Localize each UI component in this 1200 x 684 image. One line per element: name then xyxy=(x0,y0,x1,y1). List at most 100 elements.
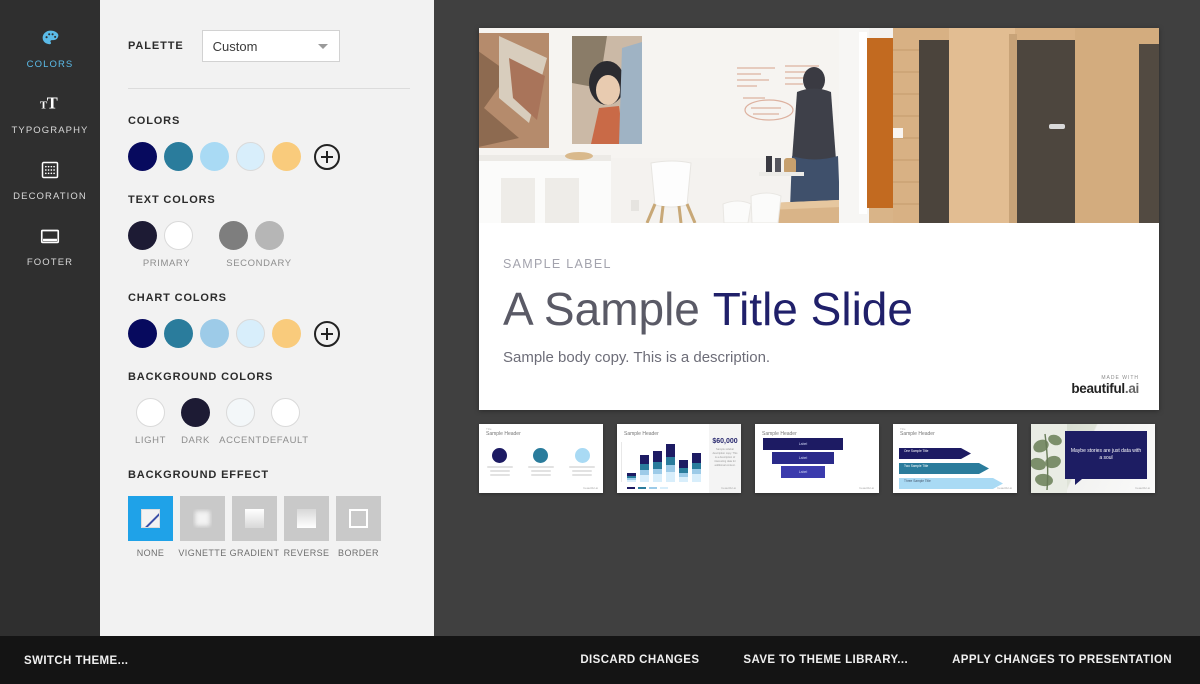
chart-colors-swatch-row xyxy=(128,319,410,348)
effect-box-border xyxy=(336,496,381,541)
switch-theme-button[interactable]: SWITCH THEME... xyxy=(24,655,128,667)
effect-option-border[interactable]: BORDER xyxy=(336,496,381,558)
add-color-button[interactable] xyxy=(314,144,340,170)
effect-label-border: BORDER xyxy=(338,548,379,558)
brand-name-text: beautiful.ai xyxy=(1071,381,1139,396)
chart-axis xyxy=(621,442,622,482)
text-color-swatch-primary-dark[interactable] xyxy=(128,221,157,250)
color-swatch[interactable] xyxy=(272,142,301,171)
brand-name-suffix: .ai xyxy=(1125,381,1139,396)
bg-swatch-dark[interactable] xyxy=(181,398,210,427)
bar xyxy=(692,453,701,482)
effect-option-gradient[interactable]: GRADIENT xyxy=(232,496,277,558)
effect-label-gradient: GRADIENT xyxy=(230,548,280,558)
background-color-default[interactable]: DEFAULT xyxy=(263,398,308,446)
slide-title: A Sample Title Slide xyxy=(503,285,1135,333)
thumbnail-quote-slide[interactable]: Maybe stories are just data with a soul … xyxy=(1031,424,1155,493)
slide-preview[interactable]: SAMPLE LABEL A Sample Title Slide Sample… xyxy=(479,28,1159,410)
chart-color-swatch[interactable] xyxy=(200,319,229,348)
rail-item-colors[interactable]: COLORS xyxy=(0,14,100,80)
thumb-text-line xyxy=(572,470,592,472)
color-swatch[interactable] xyxy=(200,142,229,171)
preview-stage: SAMPLE LABEL A Sample Title Slide Sample… xyxy=(434,0,1200,636)
bottom-bar-left: SWITCH THEME... xyxy=(0,651,128,669)
bottom-bar-right: DISCARD CHANGES SAVE TO THEME LIBRARY...… xyxy=(580,654,1200,666)
text-color-swatch-secondary-light[interactable] xyxy=(255,221,284,250)
arrow-row: Two Sample Title xyxy=(899,461,1007,472)
background-color-accent[interactable]: ACCENT xyxy=(218,398,263,446)
bg-label-default: DEFAULT xyxy=(262,435,308,446)
text-color-swatch-secondary-dark[interactable] xyxy=(219,221,248,250)
background-color-light[interactable]: LIGHT xyxy=(128,398,173,446)
background-effect-options: NONE VIGNETTE GRADIENT xyxy=(128,496,410,558)
quote-card: Maybe stories are just data with a soul xyxy=(1065,431,1147,479)
svg-text:T: T xyxy=(47,94,58,113)
slide-eyebrow-label: SAMPLE LABEL xyxy=(503,257,1135,271)
funnel-step: Label xyxy=(763,438,843,450)
effect-option-reverse[interactable]: REVERSE xyxy=(284,496,329,558)
slide-photo xyxy=(479,28,1159,223)
bg-swatch-accent[interactable] xyxy=(226,398,255,427)
chart-colors-section: CHART COLORS xyxy=(128,292,410,348)
thumbnail-icons-slide[interactable]: Title Sample Header xyxy=(479,424,603,493)
thumb-funnel: Label Label Label xyxy=(763,438,843,480)
thumbnail-arrows-slide[interactable]: Title Sample Header One Sample Title Two… xyxy=(893,424,1017,493)
apply-changes-button[interactable]: APPLY CHANGES TO PRESENTATION xyxy=(952,654,1172,666)
effect-option-none[interactable]: NONE xyxy=(128,496,173,558)
rail-item-footer[interactable]: FOOTER xyxy=(0,212,100,278)
save-to-theme-library-button[interactable]: SAVE TO THEME LIBRARY... xyxy=(743,654,908,666)
bg-swatch-light[interactable] xyxy=(136,398,165,427)
palette-select[interactable]: Custom xyxy=(202,30,340,62)
effect-box-gradient xyxy=(232,496,277,541)
callout-value: $60,000 xyxy=(712,438,738,445)
palette-label: PALETTE xyxy=(128,40,184,52)
color-swatch[interactable] xyxy=(128,142,157,171)
bg-label-dark: DARK xyxy=(181,435,210,446)
thumb-text-line xyxy=(569,466,595,468)
thumbnail-funnel-slide[interactable]: Sample Header Label Label Label beautifu… xyxy=(755,424,879,493)
thumb-footer: beautiful.ai xyxy=(997,486,1012,490)
add-chart-color-button[interactable] xyxy=(314,321,340,347)
thumb-title: Sample Header xyxy=(900,431,935,437)
colors-settings-panel: PALETTE Custom COLORS xyxy=(100,0,434,636)
bg-swatch-default[interactable] xyxy=(271,398,300,427)
bar xyxy=(627,473,636,482)
typography-icon: T T xyxy=(38,92,62,116)
background-colors-section: BACKGROUND COLORS LIGHT DARK ACCENT xyxy=(128,371,410,446)
chart-color-swatch[interactable] xyxy=(272,319,301,348)
background-color-dark[interactable]: DARK xyxy=(173,398,218,446)
thumb-icon-item xyxy=(562,448,603,476)
footer-icon xyxy=(38,224,62,248)
legend-swatch xyxy=(660,487,668,489)
palette-row: PALETTE Custom xyxy=(128,30,410,62)
rail-label-footer: FOOTER xyxy=(27,257,73,268)
thumbnail-bar-chart-slide[interactable]: Sample Header xyxy=(617,424,741,493)
discard-changes-button[interactable]: DISCARD CHANGES xyxy=(580,654,699,666)
vignette-icon xyxy=(193,509,212,528)
chart-color-swatch[interactable] xyxy=(236,319,265,348)
office-photo-illustration xyxy=(479,28,1159,223)
slide-title-bold: Title Slide xyxy=(713,283,913,335)
rail-item-decoration[interactable]: DECORATION xyxy=(0,146,100,212)
rail-item-typography[interactable]: T T TYPOGRAPHY xyxy=(0,80,100,146)
reverse-icon xyxy=(297,509,316,528)
arrow-label: One Sample Title xyxy=(904,449,928,453)
color-swatch[interactable] xyxy=(164,142,193,171)
bar xyxy=(679,460,688,482)
text-colors-primary-label: PRIMARY xyxy=(128,258,205,269)
thumb-text-line xyxy=(487,466,513,468)
chart-color-swatch[interactable] xyxy=(128,319,157,348)
effect-option-vignette[interactable]: VIGNETTE xyxy=(180,496,225,558)
background-effect-section: BACKGROUND EFFECT NONE VIGNETTE xyxy=(128,469,410,558)
thumb-text-line xyxy=(528,466,554,468)
legend-swatch xyxy=(649,487,657,489)
color-swatch[interactable] xyxy=(236,142,265,171)
thumb-text-line xyxy=(572,474,592,476)
thumb-footer: beautiful.ai xyxy=(583,486,598,490)
palette-icon xyxy=(38,26,62,50)
chart-color-swatch[interactable] xyxy=(164,319,193,348)
thumb-footer: beautiful.ai xyxy=(721,486,736,490)
arrow-row: Three Sample Title xyxy=(899,476,1007,487)
text-color-swatch-primary-light[interactable] xyxy=(164,221,193,250)
text-colors-section-title: TEXT COLORS xyxy=(128,194,410,206)
